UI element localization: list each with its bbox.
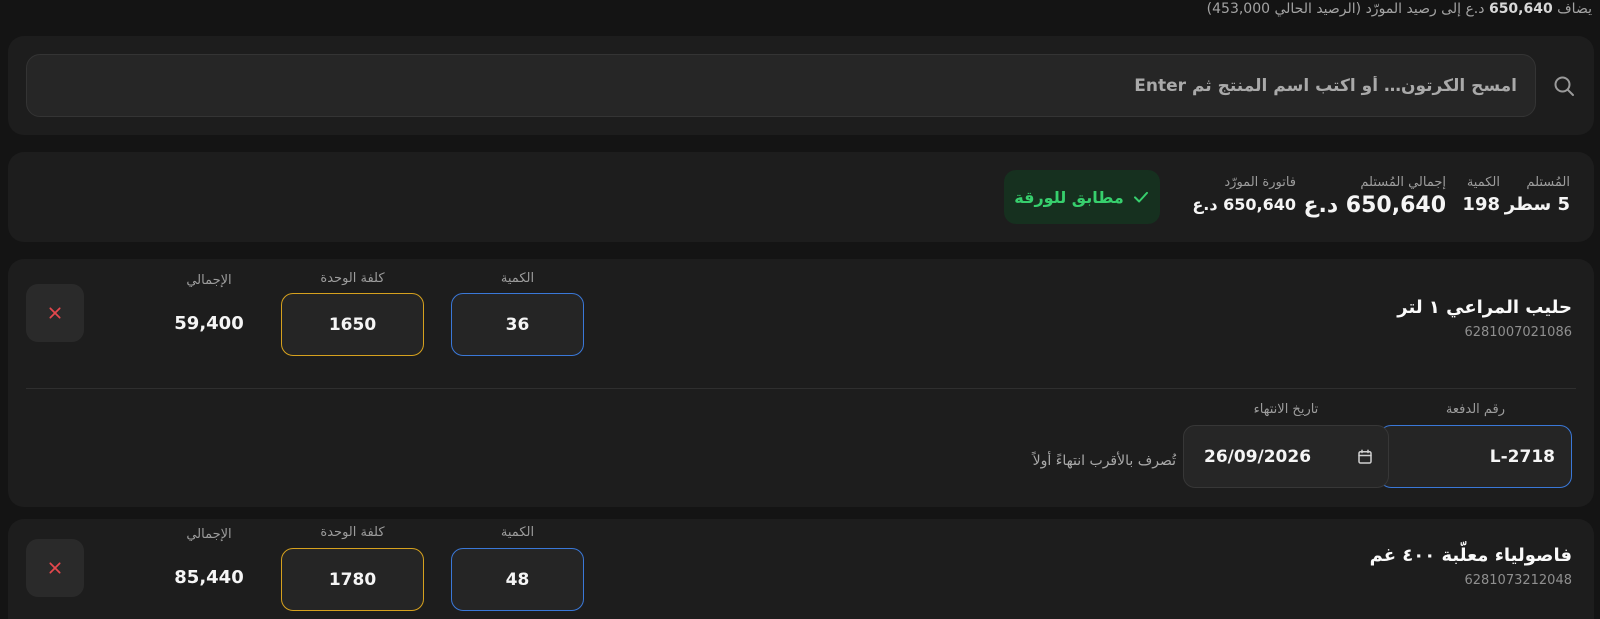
check-icon (1133, 191, 1148, 203)
summary-qty-label: الكمية (1466, 175, 1500, 190)
expiry-label: تاريخ الانتهاء (1253, 402, 1319, 417)
summary-receiver: المُستلم 5 سطر (1505, 174, 1570, 218)
close-icon (49, 307, 61, 319)
search-card (8, 36, 1594, 135)
supplier-balance-note: يضاف 650,640 د.ع إلى رصيد المورّد (الرصي… (1207, 0, 1592, 20)
line-total-label: الإجمالي (186, 273, 232, 288)
summary-receiver-value: 5 سطر (1504, 194, 1570, 215)
summary-qty: الكمية 198 (1462, 174, 1500, 218)
goods-receipt-page: يضاف 650,640 د.ع إلى رصيد المورّد (الرصي… (0, 0, 1600, 619)
expiry-date-input[interactable]: 26/09/2026 (1183, 425, 1389, 488)
unit-cost-input[interactable]: 1780 (281, 548, 424, 611)
line-total-value: 85,440 (174, 567, 244, 588)
remove-line-button[interactable] (26, 539, 84, 597)
line-total-value: 59,400 (174, 313, 244, 334)
receipt-summary-card: المُستلم 5 سطر الكمية 198 إجمالي المُستل… (8, 152, 1594, 242)
close-icon (49, 562, 61, 574)
product-name: فاصولياء معلّبة ٤٠٠ غم (1369, 545, 1572, 566)
summary-supplier-invoice-value: 650,640 د.ع (1192, 195, 1296, 214)
expiry-date-value: 26/09/2026 (1204, 446, 1312, 467)
batch-number-input[interactable]: L-2718 (1379, 425, 1572, 488)
match-badge-label: مطابق للورقة (1014, 187, 1124, 207)
summary-qty-value: 198 (1462, 194, 1500, 215)
balance-note-suffix: د.ع إلى رصيد المورّد (الرصيد الحالي 453,… (1206, 1, 1485, 17)
unit-cost-label: كلفة الوحدة (320, 525, 385, 540)
unit-cost-input[interactable]: 1650 (281, 293, 424, 356)
line-divider (26, 388, 1576, 389)
line-total-label: الإجمالي (186, 527, 232, 542)
product-barcode: 6281073212048 (1464, 573, 1572, 588)
receipt-line-item: حليب المراعي ١ لتر 6281007021086 الكمية … (8, 259, 1594, 507)
receipt-line-item: فاصولياء معلّبة ٤٠٠ غم 6281073212048 الك… (8, 519, 1594, 619)
batch-number-value: L-2718 (1489, 446, 1555, 467)
summary-total-received-label: إجمالي المُستلم (1360, 175, 1446, 190)
qty-label: الكمية (500, 525, 535, 540)
search-icon (1554, 76, 1574, 96)
qty-input[interactable]: 48 (451, 548, 584, 611)
fefo-note: تُصرف بالأقرب انتهاءً أولاً (1032, 453, 1176, 469)
balance-note-prefix: يضاف (1557, 1, 1592, 17)
product-search-input[interactable] (26, 54, 1536, 117)
remove-line-button[interactable] (26, 284, 84, 342)
summary-total-received-value: 650,640 د.ع (1303, 193, 1446, 218)
summary-total-received: إجمالي المُستلم 650,640 د.ع (1303, 174, 1446, 220)
summary-supplier-invoice-label: فاتورة المورّد (1224, 175, 1296, 190)
product-name: حليب المراعي ١ لتر (1397, 297, 1572, 318)
batch-label: رقم الدفعة (1445, 402, 1506, 417)
summary-receiver-label: المُستلم (1526, 175, 1570, 190)
product-barcode: 6281007021086 (1464, 325, 1572, 340)
unit-cost-label: كلفة الوحدة (320, 271, 385, 286)
balance-note-amount: 650,640 (1488, 1, 1553, 17)
invoice-match-badge: مطابق للورقة (1004, 170, 1160, 224)
qty-input[interactable]: 36 (451, 293, 584, 356)
qty-label: الكمية (500, 271, 535, 286)
calendar-icon[interactable] (1356, 448, 1374, 466)
summary-supplier-invoice: فاتورة المورّد 650,640 د.ع (1192, 174, 1296, 218)
